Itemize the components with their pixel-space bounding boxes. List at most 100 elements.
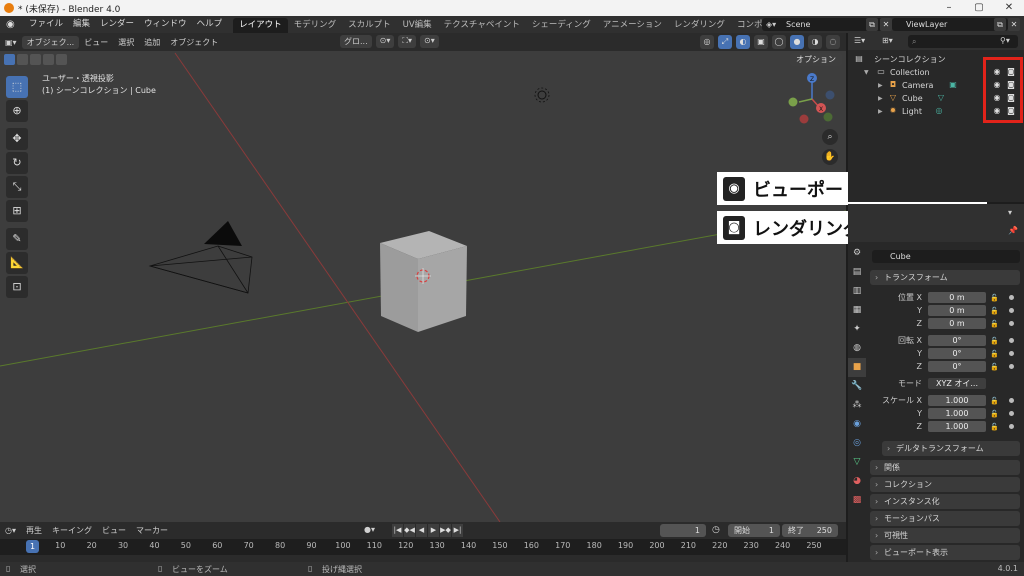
lock-icon[interactable]: 🔓	[990, 395, 999, 407]
visibility-panel[interactable]: 可視性	[870, 528, 1020, 543]
expand-arrow-icon[interactable]: ▶	[878, 105, 883, 118]
select-invert-icon[interactable]	[43, 54, 54, 65]
pan-hand-icon[interactable]: ✋	[822, 149, 838, 165]
rotation-z-field[interactable]: 0°	[928, 361, 986, 372]
keyframe-dot-icon[interactable]	[1009, 351, 1014, 356]
location-z-field[interactable]: 0 m	[928, 318, 986, 329]
delta-transform-panel[interactable]: デルタトランスフォーム	[882, 441, 1020, 456]
delete-scene-icon[interactable]: ✕	[880, 18, 892, 31]
camera-data-icon[interactable]: ▣	[948, 80, 958, 90]
keyframe-dot-icon[interactable]	[1009, 295, 1014, 300]
lock-icon[interactable]: 🔓	[990, 361, 999, 373]
rotation-mode-dropdown[interactable]: XYZ オイ...	[928, 378, 986, 389]
tab-rendering[interactable]: レンダリング	[668, 18, 731, 33]
constraints-tab-icon[interactable]: ◎	[848, 434, 866, 453]
expand-arrow-icon[interactable]: ▶	[878, 92, 883, 105]
lock-icon[interactable]: 🔓	[990, 408, 999, 420]
new-scene-icon[interactable]: ⧉	[866, 18, 878, 31]
display-mode-icon[interactable]: ⊞▾	[882, 36, 893, 45]
menu-render[interactable]: レンダー	[95, 16, 139, 33]
keyframe-dot-icon[interactable]	[1009, 411, 1014, 416]
menu-help[interactable]: ヘルプ	[192, 16, 228, 33]
maximize-icon[interactable]: ▢	[964, 0, 994, 16]
tab-sculpt[interactable]: スカルプト	[342, 18, 397, 33]
location-x-field[interactable]: 0 m	[928, 292, 986, 303]
add-cube-tool[interactable]: ⊡	[6, 276, 28, 298]
scale-y-field[interactable]: 1.000	[928, 408, 986, 419]
transform-orientation-dropdown[interactable]: グロ...	[340, 35, 372, 48]
view-layer-selector[interactable]: ViewLayer	[892, 18, 1008, 31]
collections-panel[interactable]: コレクション	[870, 477, 1020, 492]
timeline-ruler[interactable]: 10 20 30 40 50 60 70 80 90 100 110 120 130 140 150 160 1…	[0, 539, 846, 555]
editor-type-icon[interactable]: ▣▾	[0, 38, 22, 47]
cursor-tool[interactable]: ⊕	[6, 100, 28, 122]
rendered-shading-icon[interactable]: ◌	[826, 35, 840, 49]
options-dropdown[interactable]: オプション	[790, 53, 842, 66]
outliner-type-icon[interactable]: ☰▾	[854, 36, 865, 45]
physics-tab-icon[interactable]: ◉	[848, 415, 866, 434]
select-extend-icon[interactable]	[17, 54, 28, 65]
select-intersect-icon[interactable]	[56, 54, 67, 65]
tab-layout[interactable]: レイアウト	[233, 18, 288, 33]
play-reverse-icon[interactable]: ◀	[416, 524, 427, 537]
visibility-icon[interactable]: ◎	[700, 35, 714, 49]
menu-select[interactable]: 選択	[113, 37, 139, 48]
material-shading-icon[interactable]: ◑	[808, 35, 822, 49]
jump-end-icon[interactable]: ▶|	[452, 524, 463, 537]
data-tab-icon[interactable]: ▽	[848, 453, 866, 472]
menu-timeline-view[interactable]: ビュー	[97, 525, 131, 536]
texture-tab-icon[interactable]: ▩	[848, 491, 866, 510]
scene-tab-icon[interactable]: ✦	[848, 320, 866, 339]
menu-playback[interactable]: 再生	[21, 525, 47, 536]
keyframe-dot-icon[interactable]	[1009, 338, 1014, 343]
pin-icon[interactable]: 📌	[1008, 226, 1018, 235]
end-frame-field[interactable]: 終了 250	[782, 524, 838, 537]
record-icon[interactable]: ●▾	[364, 525, 375, 534]
menu-add[interactable]: 追加	[139, 37, 165, 48]
current-frame-field[interactable]: 1	[660, 524, 706, 537]
location-y-field[interactable]: 0 m	[928, 305, 986, 316]
lock-icon[interactable]: 🔓	[990, 305, 999, 317]
tab-animation[interactable]: アニメーション	[597, 18, 668, 33]
minimize-icon[interactable]: –	[934, 0, 964, 16]
tool-tab-icon[interactable]: ⚙	[848, 244, 866, 263]
scale-x-field[interactable]: 1.000	[928, 395, 986, 406]
filter-icon[interactable]: ⚲▾	[1000, 36, 1010, 45]
select-box-tool[interactable]: ⬚	[6, 76, 28, 98]
move-tool[interactable]: ✥	[6, 128, 28, 150]
select-subtract-icon[interactable]	[30, 54, 41, 65]
close-icon[interactable]: ✕	[994, 0, 1024, 16]
zoom-icon[interactable]: ⌕	[822, 129, 838, 145]
tab-shading[interactable]: シェーディング	[526, 18, 597, 33]
proportional-edit-icon[interactable]: ⊙▾	[419, 35, 439, 48]
keyframe-dot-icon[interactable]	[1009, 398, 1014, 403]
menu-marker[interactable]: マーカー	[131, 525, 173, 536]
particles-tab-icon[interactable]: ⁂	[848, 396, 866, 415]
transform-panel-header[interactable]: トランスフォーム	[870, 270, 1020, 285]
tab-modeling[interactable]: モデリング	[288, 18, 343, 33]
scale-z-field[interactable]: 1.000	[928, 421, 986, 432]
scale-tool[interactable]: ⤡	[6, 176, 28, 198]
object-tab-icon[interactable]: ■	[848, 358, 866, 377]
solid-shading-icon[interactable]: ●	[790, 35, 804, 49]
menu-window[interactable]: ウィンドウ	[139, 16, 192, 33]
keyframe-dot-icon[interactable]	[1009, 424, 1014, 429]
material-tab-icon[interactable]: ◕	[848, 472, 866, 491]
select-new-icon[interactable]	[4, 54, 15, 65]
render-tab-icon[interactable]: ▤	[848, 263, 866, 282]
lock-icon[interactable]: 🔓	[990, 421, 999, 433]
overlay-icon[interactable]: ◐	[736, 35, 750, 49]
gizmo-icon[interactable]: ⤢	[718, 35, 732, 49]
xray-icon[interactable]: ▣	[754, 35, 768, 49]
output-tab-icon[interactable]: ▥	[848, 282, 866, 301]
instancing-panel[interactable]: インスタンス化	[870, 494, 1020, 509]
play-icon[interactable]: ▶	[428, 524, 439, 537]
lock-icon[interactable]: 🔓	[990, 335, 999, 347]
keyframe-dot-icon[interactable]	[1009, 364, 1014, 369]
tab-texture-paint[interactable]: テクスチャペイント	[438, 18, 526, 33]
jump-start-icon[interactable]: |◀	[392, 524, 403, 537]
lock-icon[interactable]: 🔓	[990, 348, 999, 360]
menu-object[interactable]: オブジェクト	[165, 37, 223, 48]
motion-paths-panel[interactable]: モーションパス	[870, 511, 1020, 526]
3d-viewport[interactable]: Z X ▣▾ オブジェク... ビュー 選択 追加 オブジェクト グロ... ⊙…	[0, 33, 846, 522]
